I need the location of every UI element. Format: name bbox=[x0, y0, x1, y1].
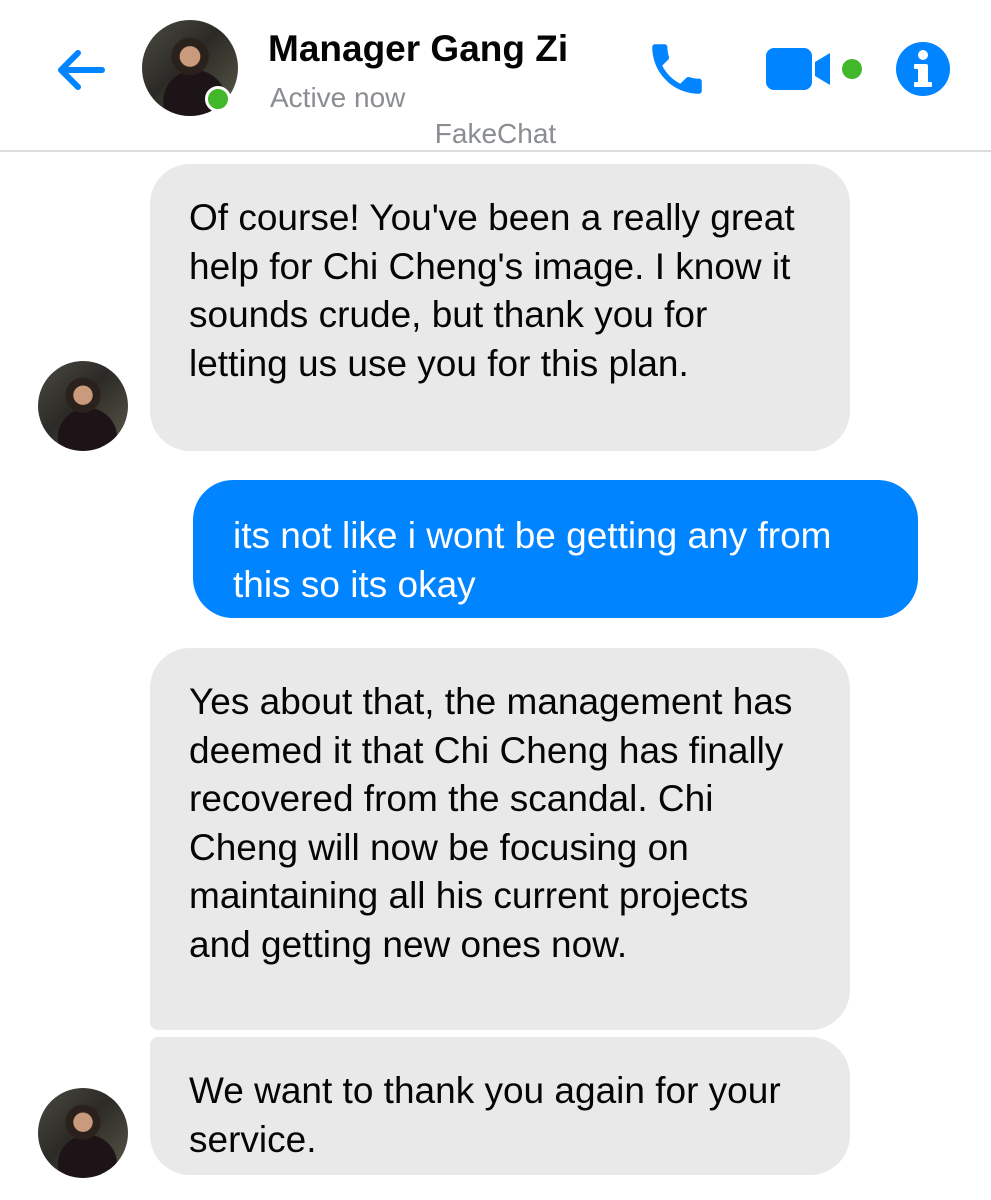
message-bubble-incoming[interactable]: We want to thank you again for your serv… bbox=[150, 1037, 850, 1175]
arrow-left-icon bbox=[58, 50, 105, 90]
info-icon bbox=[914, 50, 932, 87]
active-status: Active now bbox=[270, 82, 406, 113]
phone-icon bbox=[652, 44, 702, 94]
header-divider bbox=[0, 150, 991, 152]
message-bubble-incoming[interactable]: Yes about that, the management has deeme… bbox=[150, 648, 850, 1030]
video-camera-icon bbox=[766, 48, 830, 90]
message-avatar bbox=[38, 1088, 128, 1178]
info-button[interactable] bbox=[896, 42, 950, 96]
chat-header: Manager Gang Zi Active now FakeChat bbox=[0, 0, 991, 152]
contact-name[interactable]: Manager Gang Zi bbox=[268, 28, 568, 70]
message-bubble-outgoing[interactable]: its not like i wont be getting any from … bbox=[193, 480, 918, 618]
video-call-button[interactable] bbox=[766, 48, 834, 90]
video-online-dot bbox=[842, 59, 862, 79]
message-avatar bbox=[38, 361, 128, 451]
app-watermark: FakeChat bbox=[434, 118, 557, 149]
back-button[interactable] bbox=[50, 40, 110, 100]
message-bubble-incoming[interactable]: Of course! You've been a really great he… bbox=[150, 164, 850, 451]
online-status-dot bbox=[205, 86, 231, 112]
voice-call-button[interactable] bbox=[644, 36, 710, 102]
